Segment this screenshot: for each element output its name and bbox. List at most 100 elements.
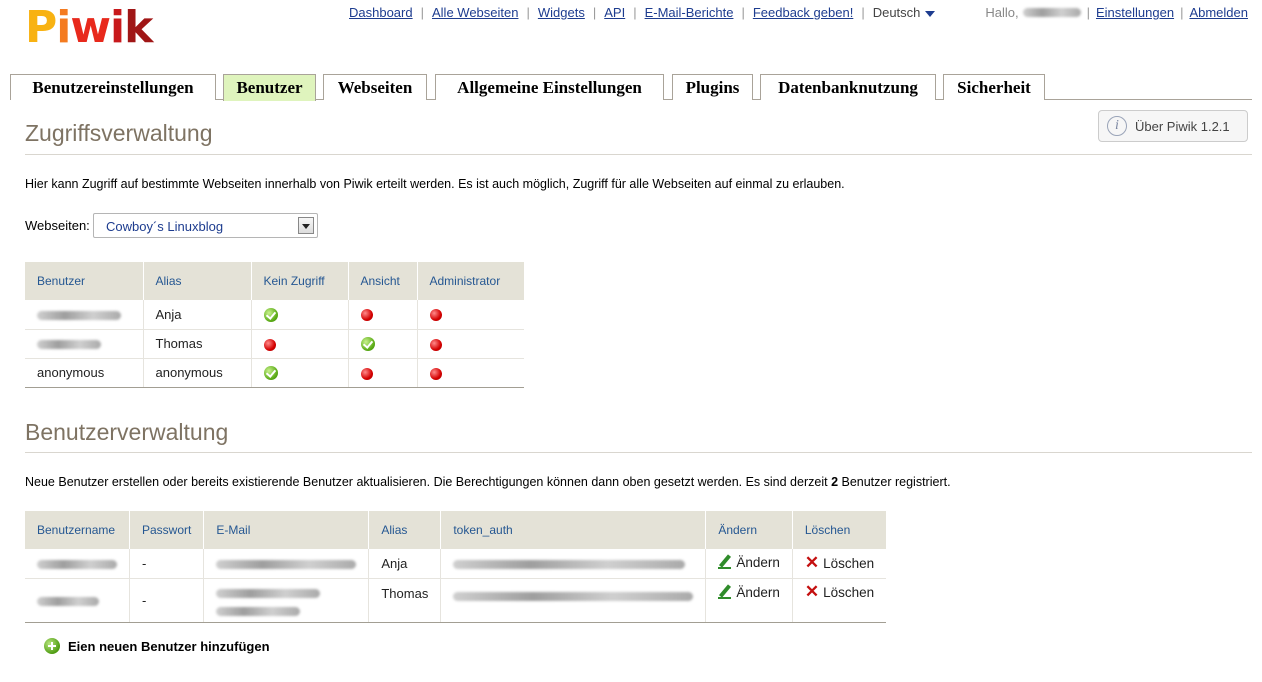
nav-api[interactable]: API	[604, 5, 625, 20]
redacted-username	[1022, 8, 1081, 17]
tab-plugins[interactable]: Plugins	[672, 74, 753, 100]
edit-label: Ändern	[736, 584, 780, 600]
delete-label: Löschen	[823, 584, 875, 600]
access-management-title: Zugriffsverwaltung	[25, 120, 213, 146]
view-cell	[348, 358, 418, 388]
admin-cell	[417, 358, 524, 388]
settings-link[interactable]: Einstellungen	[1096, 5, 1174, 20]
info-icon: i	[1107, 116, 1127, 136]
red-dot-icon[interactable]	[429, 367, 442, 380]
tab-general-settings[interactable]: Allgemeine Einstellungen	[435, 74, 664, 100]
red-dot-icon[interactable]	[360, 309, 373, 322]
table-row: anonymous anonymous	[25, 358, 524, 388]
token-cell	[440, 549, 707, 579]
red-dot-icon[interactable]	[429, 338, 442, 351]
user-cell	[25, 329, 144, 359]
admin-tabs: Benutzereinstellungen Benutzer Webseiten…	[10, 74, 1252, 101]
redacted-token	[453, 591, 694, 601]
nav-all-websites[interactable]: Alle Webseiten	[432, 5, 518, 20]
add-user-label: Eien neuen Benutzer hinzufügen	[68, 638, 270, 654]
delete-user-button[interactable]: ✕ Löschen	[805, 554, 875, 571]
check-green-icon[interactable]	[360, 337, 375, 352]
edit-user-button[interactable]: Ändern	[718, 585, 780, 600]
tab-users[interactable]: Benutzer	[223, 74, 316, 101]
email-cell	[203, 578, 370, 623]
nav-separator: |	[633, 5, 637, 20]
about-piwik-button[interactable]: i Über Piwik 1.2.1	[1098, 110, 1248, 142]
alias-cell: Anja	[368, 549, 442, 579]
column-header[interactable]: Passwort	[129, 511, 205, 549]
about-piwik-label: Über Piwik 1.2.1	[1135, 118, 1230, 134]
column-header[interactable]: Benutzer	[25, 262, 144, 300]
users-intro-text: Neue Benutzer erstellen oder bereits exi…	[25, 475, 832, 489]
column-header[interactable]: Kein Zugriff	[251, 262, 349, 300]
nav-separator: |	[741, 5, 745, 20]
chevron-down-icon	[925, 10, 936, 17]
edit-user-button[interactable]: Ändern	[718, 555, 780, 570]
pencil-icon	[718, 555, 732, 569]
language-label: Deutsch	[872, 5, 921, 20]
column-header[interactable]: Alias	[368, 511, 442, 549]
redacted-username	[37, 310, 121, 320]
logo-letter: P	[25, 2, 57, 53]
users-intro-text-end: Benutzer registriert.	[838, 475, 951, 489]
plus-icon	[44, 638, 60, 654]
view-cell	[348, 329, 418, 359]
noaccess-cell	[251, 329, 349, 359]
tab-security[interactable]: Sicherheit	[943, 74, 1045, 100]
column-header[interactable]: Alias	[143, 262, 252, 300]
delete-cell: ✕ Löschen	[792, 578, 887, 623]
divider	[25, 452, 1252, 453]
tab-user-settings[interactable]: Benutzereinstellungen	[10, 74, 216, 100]
website-select[interactable]: Cowboy´s Linuxblog	[93, 213, 318, 238]
column-header[interactable]: Löschen	[792, 511, 887, 549]
nav-separator: |	[1180, 5, 1184, 20]
nav-widgets[interactable]: Widgets	[538, 5, 585, 20]
nav-email-reports[interactable]: E-Mail-Berichte	[645, 5, 734, 20]
red-dot-icon[interactable]	[263, 338, 276, 351]
divider	[25, 154, 1252, 155]
column-header[interactable]: Ansicht	[348, 262, 418, 300]
nav-dashboard[interactable]: Dashboard	[349, 5, 413, 20]
column-header[interactable]: Ändern	[705, 511, 793, 549]
user-management-title: Benutzerverwaltung	[25, 419, 229, 445]
delete-user-button[interactable]: ✕ Löschen	[804, 582, 875, 601]
password-cell: -	[129, 578, 205, 623]
user-cell: anonymous	[25, 358, 144, 388]
delete-label: Löschen	[823, 555, 875, 571]
language-selector[interactable]: Deutsch	[873, 5, 936, 20]
alias-cell: Thomas	[368, 578, 442, 623]
token-cell	[440, 578, 707, 623]
delete-x-icon: ✕	[804, 582, 820, 601]
tab-database-usage[interactable]: Datenbanknutzung	[760, 74, 936, 100]
delete-cell: ✕ Löschen	[792, 549, 887, 579]
logout-link[interactable]: Abmelden	[1189, 5, 1248, 20]
add-user-button[interactable]: Eien neuen Benutzer hinzufügen	[44, 638, 270, 654]
red-dot-icon[interactable]	[429, 309, 442, 322]
redacted-username	[37, 559, 117, 569]
check-green-icon[interactable]	[263, 308, 278, 323]
nav-separator: |	[861, 5, 865, 20]
logo-letter: i	[56, 2, 71, 53]
nav-feedback[interactable]: Feedback geben!	[753, 5, 853, 20]
column-header[interactable]: Administrator	[417, 262, 524, 300]
nav-separator: |	[420, 5, 424, 20]
redacted-email	[216, 606, 301, 616]
admin-cell	[417, 329, 524, 359]
column-header[interactable]: E-Mail	[203, 511, 370, 549]
top-navigation: Dashboard | Alle Webseiten | Widgets | API |…	[349, 5, 936, 20]
access-table: Benutzer Alias Kein Zugriff Ansicht Admi…	[25, 262, 524, 388]
alias-cell: Anja	[143, 300, 252, 330]
redacted-email	[216, 588, 321, 598]
tab-websites[interactable]: Webseiten	[323, 74, 427, 100]
logo-letter: w	[70, 2, 111, 53]
users-intro: Neue Benutzer erstellen oder bereits exi…	[25, 475, 951, 489]
column-header[interactable]: Benutzername	[25, 511, 130, 549]
column-header[interactable]: token_auth	[440, 511, 707, 549]
user-count: 2	[831, 475, 839, 489]
noaccess-cell	[251, 358, 349, 388]
check-green-icon[interactable]	[263, 366, 278, 381]
redacted-token	[453, 559, 686, 569]
red-dot-icon[interactable]	[360, 367, 373, 380]
view-cell	[348, 300, 418, 330]
